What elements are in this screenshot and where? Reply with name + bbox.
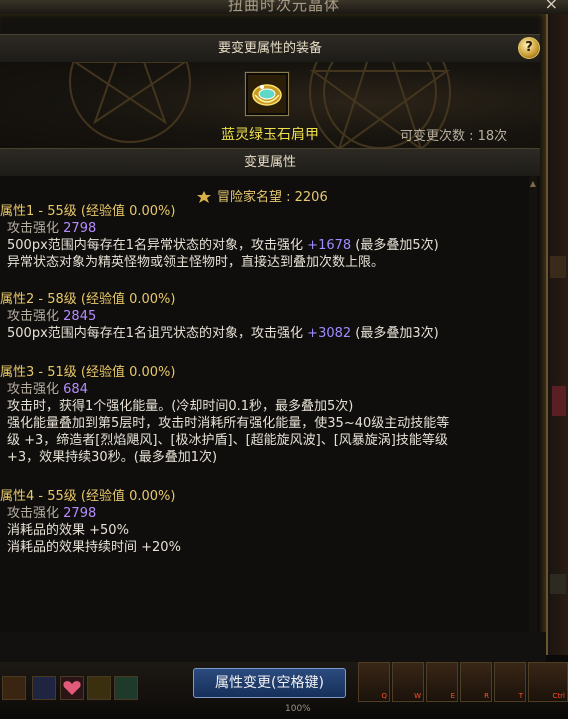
property-line: 500px范围内每存在1名诅咒状态的对象，攻击强化 +3082 (最多叠加3次): [7, 326, 439, 341]
property-line: 500px范围内每存在1名异常状态的对象，攻击强化 +1678 (最多叠加5次): [7, 238, 439, 253]
change-attribute-button[interactable]: 属性变更(空格键): [193, 668, 346, 698]
property-line: 消耗品的效果持续时间 +20%: [7, 540, 181, 555]
stat-label: 攻击强化: [7, 309, 60, 324]
window-title: 扭曲时次元晶体: [227, 0, 340, 14]
help-button[interactable]: ?: [518, 37, 540, 59]
window-titlebar: 扭曲时次元晶体 ×: [0, 0, 568, 15]
stat-row: 攻击强化 2798: [7, 221, 96, 237]
hud-fragment: [552, 386, 566, 416]
scroll-up-arrow-icon[interactable]: ▲: [528, 180, 538, 188]
hud-fragment: [550, 256, 566, 278]
stat-label: 攻击强化: [7, 506, 60, 521]
property-line: 消耗品的效果 +50%: [7, 523, 129, 538]
dialog-footer: [0, 632, 546, 662]
skill-slot-ctrl[interactable]: Ctrl: [528, 662, 568, 702]
stat-value: 2798: [63, 221, 97, 236]
scrollbar[interactable]: ▲: [529, 176, 537, 632]
hud-slot-icon[interactable]: [114, 676, 138, 700]
property-title: 属性2 - 58级 (经验值 0.00%): [0, 292, 176, 307]
property-title: 属性3 - 51级 (经验值 0.00%): [0, 365, 176, 380]
heart-icon[interactable]: [60, 676, 84, 700]
stat-label: 攻击强化: [7, 221, 60, 236]
stat-label: 攻击强化: [7, 382, 60, 397]
stat-value: 2798: [63, 506, 97, 521]
stat-row: 攻击强化 2798: [7, 506, 96, 522]
stat-row: 攻击强化 2845: [7, 309, 96, 325]
hud-slot-icon[interactable]: [2, 676, 26, 700]
skill-slot-e[interactable]: E: [426, 662, 458, 702]
stat-value: 2845: [63, 309, 97, 324]
property-list: 冒险家名望 : 2206 属性1 - 55级 (经验值 0.00%) 攻击强化 …: [0, 176, 540, 632]
skill-slot-w[interactable]: W: [392, 662, 424, 702]
property-line: +3，效果持续30秒。(最多叠加1次): [7, 450, 218, 465]
fame-icon: [197, 191, 211, 203]
hud-slot-icon[interactable]: [87, 676, 111, 700]
skill-slot-r[interactable]: R: [460, 662, 492, 702]
stat-value: 684: [63, 382, 88, 397]
property-line: 攻击时，获得1个强化能量。(冷却时间0.1秒，最多叠加5次): [7, 399, 354, 414]
equipment-slot[interactable]: [245, 72, 289, 116]
property-line: 级 +3，缔造者[烈焰飓风]、[极冰护盾]、[超能旋风波]、[风暴旋涡]技能等级: [7, 433, 448, 448]
skill-slot-q[interactable]: Q: [358, 662, 390, 702]
property-line: 异常状态对象为精英怪物或领主怪物时，直接达到叠加次数上限。: [7, 255, 385, 270]
change-count: 可变更次数 : 18次: [400, 129, 508, 144]
property-title: 属性1 - 55级 (经验值 0.00%): [0, 204, 176, 219]
hud-slot-icon[interactable]: [32, 676, 56, 700]
hud-fragment: [550, 574, 566, 594]
shoulder-armor-icon: [248, 75, 286, 113]
game-background-strip: [548, 14, 568, 655]
close-icon[interactable]: ×: [545, 0, 558, 13]
equip-panel: 蓝灵绿玉石肩甲 可变更次数 : 18次: [0, 62, 540, 148]
property-title: 属性4 - 55级 (经验值 0.00%): [0, 489, 176, 504]
equip-section-header: 要变更属性的装备: [0, 34, 540, 64]
hud-percent: 100%: [285, 704, 311, 714]
stat-row: 攻击强化 684: [7, 382, 88, 398]
property-line: 强化能量叠加到第5层时，攻击时消耗所有强化能量，使35~40级主动技能等: [7, 416, 450, 431]
item-name: 蓝灵绿玉石肩甲: [221, 127, 319, 143]
skill-slot-t[interactable]: T: [494, 662, 526, 702]
change-section-header: 变更属性: [0, 148, 540, 178]
fame-value: 冒险家名望 : 2206: [217, 190, 328, 205]
fame-row: 冒险家名望 : 2206: [196, 186, 328, 205]
